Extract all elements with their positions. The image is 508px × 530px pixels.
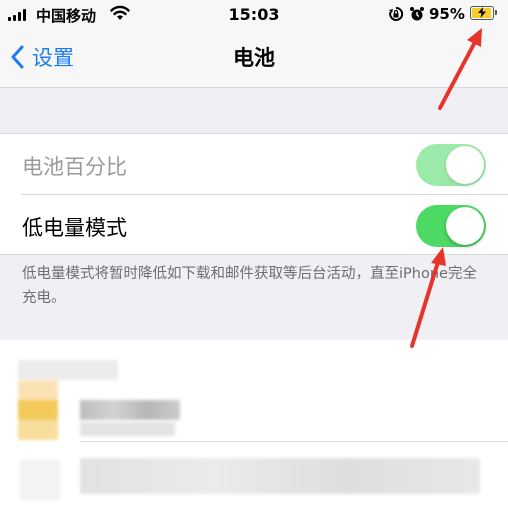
rotation-lock-icon (389, 6, 404, 21)
battery-percentage-toggle[interactable] (416, 144, 486, 186)
low-power-mode-row: 低电量模式 (0, 195, 508, 255)
charging-bolt-icon (478, 7, 486, 18)
blurred-row-text (80, 458, 480, 494)
row-divider (80, 441, 508, 442)
battery-charging-icon (470, 6, 497, 20)
blurred-chart (18, 360, 118, 380)
battery-settings-group: 电池百分比 低电量模式 (0, 133, 508, 255)
blurred-app-name (80, 400, 180, 420)
blurred-app-icon (18, 380, 58, 440)
blurred-app-detail (80, 422, 175, 436)
blurred-row-icon (20, 460, 60, 500)
battery-percent: 95% (429, 5, 465, 23)
low-power-mode-label: 低电量模式 (22, 216, 127, 240)
status-bar: 中国移动 15:03 95% (0, 0, 508, 30)
alarm-icon (410, 7, 424, 21)
navigation-bar: 设置 电池 (0, 30, 508, 88)
low-power-mode-footnote: 低电量模式将暂时降低如下载和邮件获取等后台活动，直至iPhone完全充电。 (22, 266, 477, 306)
low-power-mode-toggle[interactable] (416, 205, 486, 247)
toggle-knob (446, 146, 484, 184)
battery-percentage-row: 电池百分比 (0, 134, 508, 195)
page-title: 电池 (233, 46, 275, 70)
battery-usage-section (0, 340, 508, 530)
battery-percentage-label: 电池百分比 (22, 155, 127, 179)
toggle-knob (446, 207, 484, 245)
